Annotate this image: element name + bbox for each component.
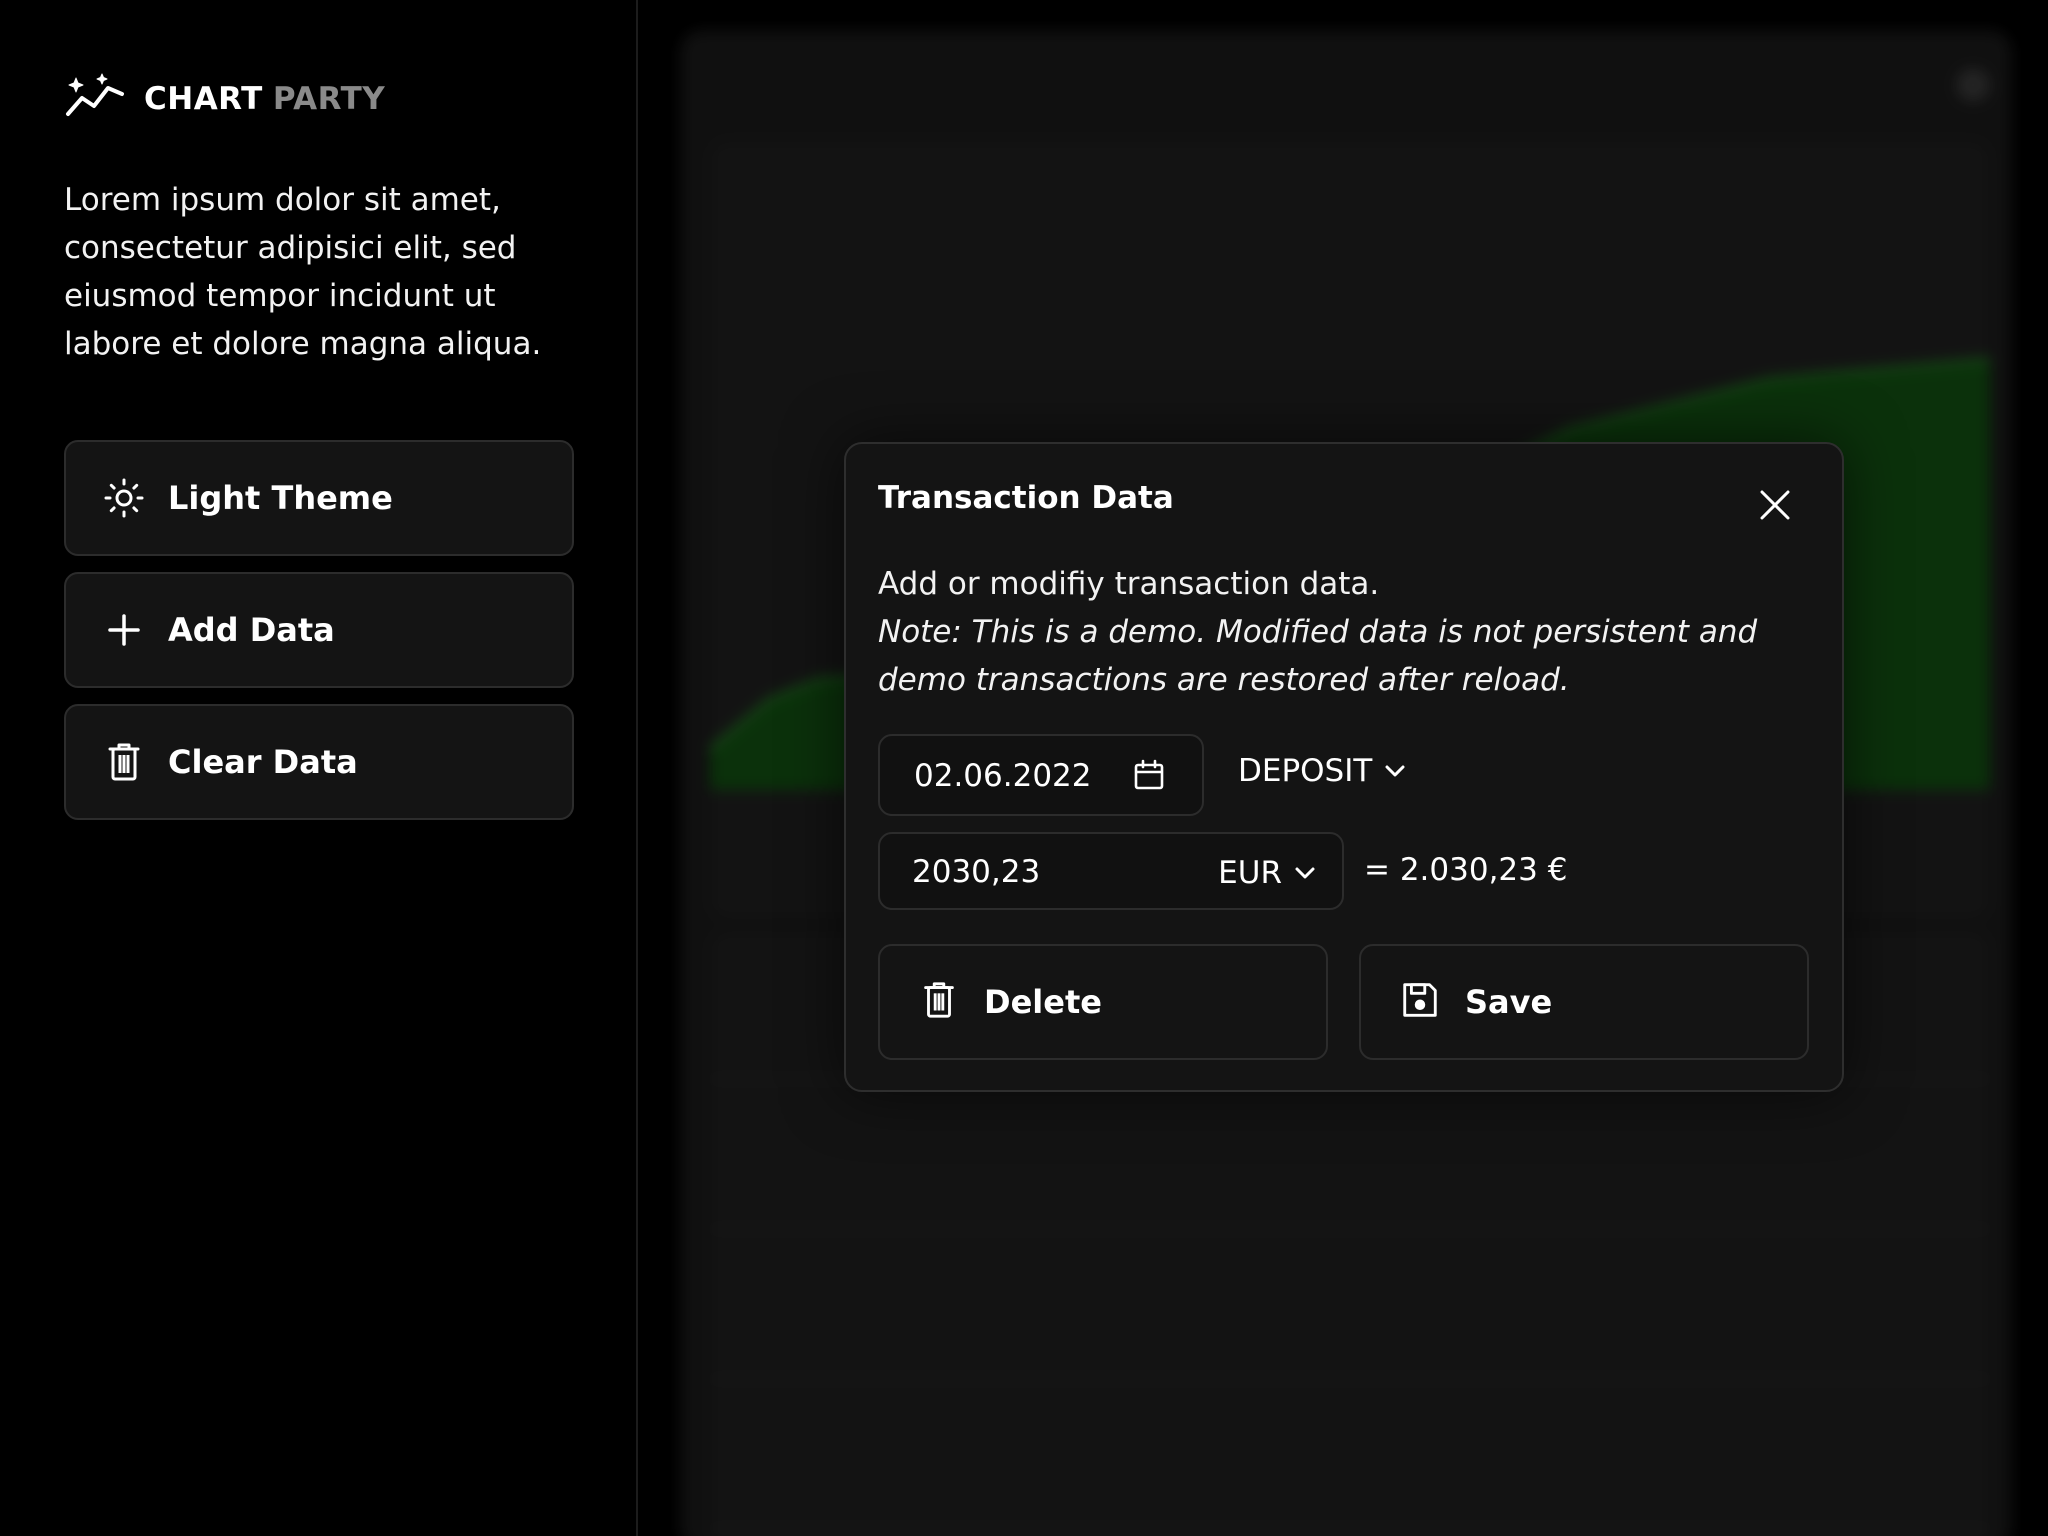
list-item: [710, 1380, 1990, 1530]
save-icon: [1399, 979, 1441, 1025]
list-item: [710, 1230, 1990, 1380]
app-name: CHART PARTY: [144, 81, 385, 117]
delete-label: Delete: [984, 983, 1102, 1021]
clear-data-label: Clear Data: [168, 743, 358, 781]
dialog-description: Add or modifiy transaction data. Note: T…: [878, 560, 1808, 704]
amount-value: 2030,23: [912, 854, 1041, 890]
light-theme-label: Light Theme: [168, 479, 393, 517]
sun-icon: [102, 476, 146, 520]
app-root: CHART PARTY Lorem ipsum dolor sit amet, c…: [0, 0, 2048, 1536]
app-name-primary: CHART: [144, 81, 263, 117]
light-theme-button[interactable]: Light Theme: [64, 440, 574, 556]
dialog-note: Note: This is a demo. Modified data is n…: [878, 614, 1758, 698]
dialog-description-text: Add or modifiy transaction data.: [878, 566, 1380, 602]
dialog-title: Transaction Data: [878, 480, 1174, 516]
add-data-button[interactable]: Add Data: [64, 572, 574, 688]
date-input[interactable]: 02.06.2022: [878, 734, 1204, 816]
chevron-down-icon: [1372, 752, 1410, 790]
transaction-type-value: DEPOSIT: [1238, 753, 1373, 789]
sidebar: CHART PARTY Lorem ipsum dolor sit amet, c…: [0, 0, 638, 1536]
date-value: 02.06.2022: [914, 758, 1092, 794]
add-data-label: Add Data: [168, 611, 335, 649]
amount-input[interactable]: 2030,23 EUR: [878, 832, 1344, 910]
sparkle-chart-icon: [64, 72, 126, 126]
plus-icon: [102, 608, 146, 652]
delete-button[interactable]: Delete: [878, 944, 1328, 1060]
close-icon[interactable]: [1758, 488, 1792, 522]
trash-icon: [918, 979, 960, 1025]
list-item: [710, 1080, 1990, 1230]
converted-amount: = 2.030,23 €: [1364, 852, 1568, 888]
chevron-down-icon: [1282, 854, 1320, 892]
clear-data-button[interactable]: Clear Data: [64, 704, 574, 820]
currency-value: EUR: [1218, 855, 1282, 891]
settings-icon: [1956, 68, 1990, 102]
app-name-secondary: PARTY: [272, 81, 386, 117]
transaction-dialog: Transaction Data Add or modifiy transact…: [844, 442, 1844, 1092]
save-label: Save: [1465, 983, 1553, 1021]
trash-icon: [102, 740, 146, 784]
currency-select[interactable]: EUR: [1218, 854, 1320, 892]
transaction-type-select[interactable]: DEPOSIT: [1238, 752, 1410, 790]
calendar-icon[interactable]: [1132, 758, 1166, 792]
logo: CHART PARTY: [64, 72, 385, 126]
save-button[interactable]: Save: [1359, 944, 1809, 1060]
intro-text: Lorem ipsum dolor sit amet, consectetur …: [64, 182, 542, 362]
